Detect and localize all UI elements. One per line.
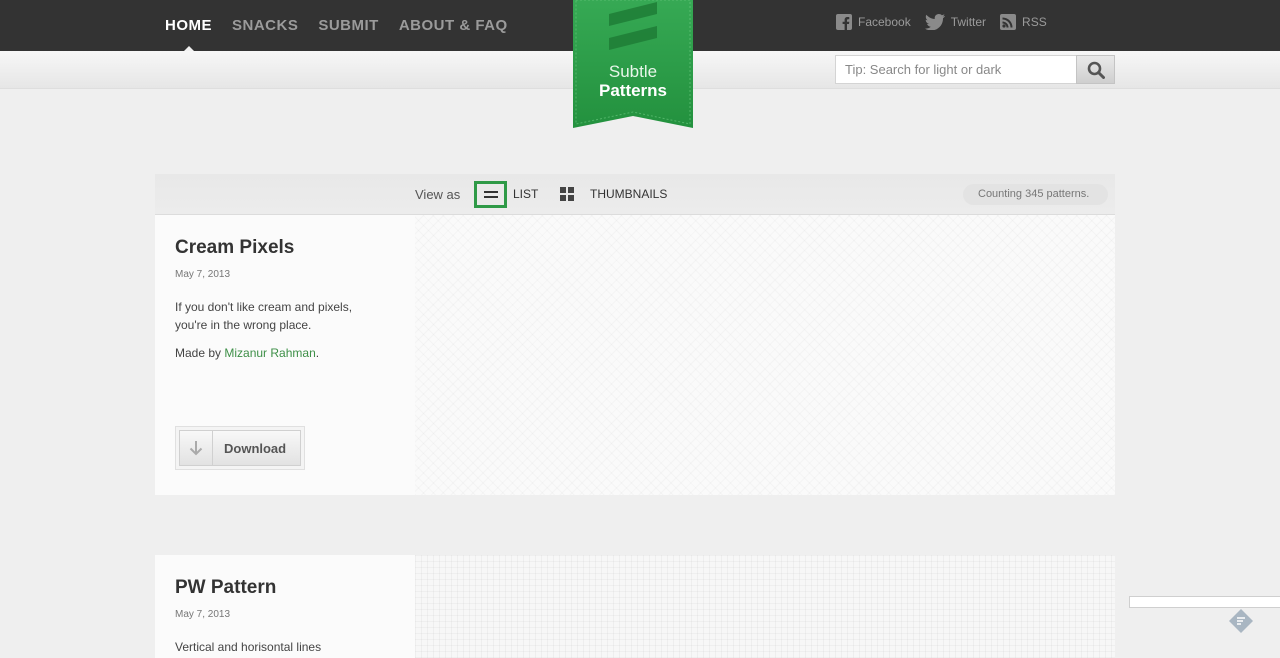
floating-widget-strip[interactable] bbox=[1129, 596, 1280, 608]
pattern-description: If you don't like cream and pixels, you'… bbox=[175, 300, 353, 332]
list-view-button[interactable] bbox=[474, 181, 507, 208]
pattern-date: May 7, 2013 bbox=[175, 609, 231, 620]
download-button[interactable]: Download bbox=[175, 426, 305, 470]
pattern-card: Cream Pixels May 7, 2013 If you don't li… bbox=[155, 215, 1115, 495]
made-by-label: Made by bbox=[175, 346, 222, 360]
facebook-label: Facebook bbox=[858, 15, 911, 29]
download-arrow-icon bbox=[180, 431, 213, 465]
pattern-info: Cream Pixels May 7, 2013 If you don't li… bbox=[155, 215, 415, 495]
pattern-preview[interactable] bbox=[415, 555, 1115, 658]
search-input[interactable] bbox=[835, 55, 1076, 84]
view-toggle-bar: View as LIST THUMBNAILS Counting 345 pat… bbox=[155, 174, 1115, 215]
pattern-card: PW Pattern May 7, 2013 Vertical and hori… bbox=[155, 555, 1115, 658]
nav-about-faq[interactable]: ABOUT & FAQ bbox=[399, 17, 508, 34]
social-links: Facebook Twitter RSS bbox=[836, 14, 1047, 30]
pattern-counter: Counting 345 patterns. bbox=[963, 184, 1108, 205]
pattern-description: Vertical and horisontal lines bbox=[175, 640, 322, 654]
pattern-title[interactable]: Cream Pixels bbox=[175, 237, 395, 259]
download-label: Download bbox=[224, 440, 287, 456]
thumbnails-view-label[interactable]: THUMBNAILS bbox=[590, 187, 667, 201]
nav-snacks[interactable]: SNACKS bbox=[232, 17, 298, 34]
search-icon bbox=[1087, 61, 1105, 79]
search-button[interactable] bbox=[1076, 55, 1115, 84]
download-button-face: Download bbox=[179, 430, 301, 466]
twitter-label: Twitter bbox=[950, 15, 987, 29]
facebook-link[interactable]: Facebook bbox=[836, 14, 911, 30]
logo-text-subtle: Subtle bbox=[608, 62, 658, 81]
logo-text-patterns: Patterns bbox=[598, 81, 668, 100]
main-nav: HOME SNACKS SUBMIT ABOUT & FAQ bbox=[165, 17, 508, 52]
nav-submit[interactable]: SUBMIT bbox=[318, 17, 379, 34]
pattern-date: May 7, 2013 bbox=[175, 269, 231, 280]
pattern-info: PW Pattern May 7, 2013 Vertical and hori… bbox=[155, 555, 415, 658]
view-as-label: View as bbox=[415, 187, 461, 202]
credit-period: . bbox=[315, 346, 320, 360]
rss-link[interactable]: RSS bbox=[1000, 14, 1047, 30]
rss-label: RSS bbox=[1022, 15, 1047, 29]
twitter-link[interactable]: Twitter bbox=[924, 14, 987, 30]
pattern-preview[interactable] bbox=[415, 215, 1115, 495]
subtle-patterns-logo[interactable]: Subtle Patterns bbox=[573, 0, 693, 130]
twitter-icon bbox=[924, 14, 945, 30]
rss-icon bbox=[1000, 14, 1017, 30]
pattern-credit: Made by Mizanur Rahman. bbox=[175, 346, 395, 360]
pattern-title[interactable]: PW Pattern bbox=[175, 577, 395, 599]
thumbnails-icon[interactable] bbox=[560, 187, 574, 201]
nav-home[interactable]: HOME bbox=[165, 17, 212, 52]
list-view-label[interactable]: LIST bbox=[513, 187, 538, 201]
list-icon bbox=[483, 190, 498, 198]
feedback-widget-icon[interactable] bbox=[1228, 608, 1254, 634]
author-link[interactable]: Mizanur Rahman bbox=[224, 346, 315, 360]
facebook-icon bbox=[836, 14, 852, 30]
search-form bbox=[835, 55, 1115, 84]
